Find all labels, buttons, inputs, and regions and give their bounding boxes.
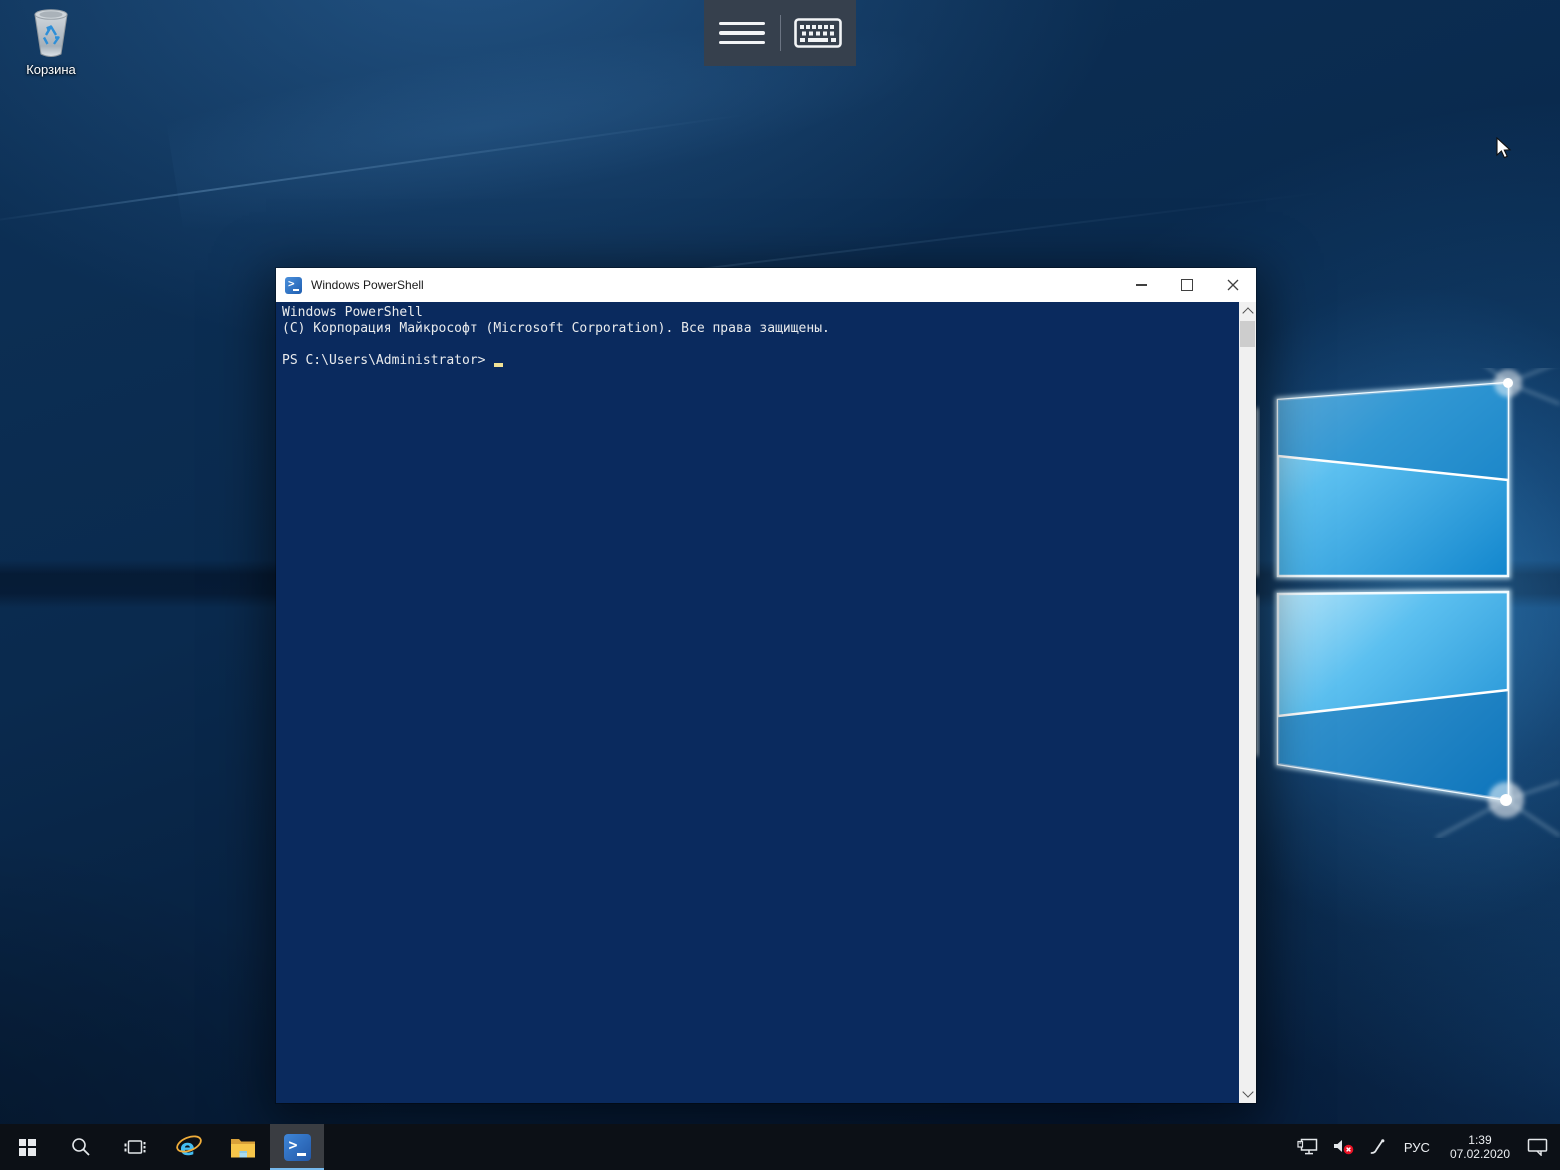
taskbar: e > — [0, 1124, 1560, 1170]
task-view-icon — [124, 1138, 146, 1156]
search-icon — [71, 1137, 91, 1157]
powershell-icon: > — [284, 1134, 311, 1161]
action-center-icon — [1527, 1138, 1549, 1156]
clock-time: 1:39 — [1468, 1133, 1491, 1147]
mouse-cursor — [1496, 137, 1514, 161]
file-explorer-icon — [230, 1136, 256, 1158]
console-output[interactable]: Windows PowerShell (C) Корпорация Майкро… — [276, 302, 1256, 1103]
console-prompt: PS C:\Users\Administrator> — [282, 353, 486, 369]
console-line — [282, 337, 1250, 353]
internet-explorer-button[interactable]: e — [162, 1124, 216, 1170]
start-button[interactable] — [0, 1124, 54, 1170]
volume-muted-icon — [1333, 1139, 1355, 1155]
console-line: Windows PowerShell — [282, 305, 1250, 321]
network-icon — [1297, 1138, 1319, 1156]
pen-tray-button[interactable] — [1362, 1124, 1394, 1170]
volume-tray-button[interactable] — [1326, 1124, 1362, 1170]
maximize-button[interactable] — [1164, 268, 1210, 302]
powershell-taskbar-button[interactable]: > — [270, 1124, 324, 1170]
scrollbar-thumb[interactable] — [1240, 321, 1255, 347]
pen-icon — [1369, 1138, 1387, 1156]
window-titlebar[interactable]: > Windows PowerShell — [276, 268, 1256, 302]
close-icon — [1227, 279, 1239, 291]
recycle-bin[interactable]: Корзина — [8, 6, 94, 77]
toolbar-keyboard-button[interactable] — [781, 0, 857, 66]
clock-date: 07.02.2020 — [1450, 1147, 1510, 1161]
scrollbar-down-icon[interactable] — [1242, 1086, 1253, 1097]
close-button[interactable] — [1210, 268, 1256, 302]
console-scrollbar[interactable] — [1239, 302, 1256, 1103]
windows-start-icon — [19, 1139, 36, 1156]
system-tray: РУС 1:39 07.02.2020 — [1290, 1124, 1556, 1170]
powershell-window: > Windows PowerShell Windows PowerShell … — [276, 268, 1256, 1103]
search-button[interactable] — [54, 1124, 108, 1170]
action-center-button[interactable] — [1520, 1124, 1556, 1170]
file-explorer-button[interactable] — [216, 1124, 270, 1170]
vm-console-toolbar — [704, 0, 856, 66]
language-indicator[interactable]: РУС — [1394, 1140, 1440, 1155]
console-line: (C) Корпорация Майкрософт (Microsoft Cor… — [282, 321, 1250, 337]
console-prompt-line: PS C:\Users\Administrator> — [282, 353, 1250, 369]
toolbar-menu-button[interactable] — [704, 0, 780, 66]
scrollbar-up-icon[interactable] — [1242, 307, 1253, 318]
console-cursor — [494, 363, 503, 367]
keyboard-icon — [794, 18, 842, 48]
wallpaper-windows-logo — [1240, 368, 1560, 838]
task-view-button[interactable] — [108, 1124, 162, 1170]
taskbar-clock[interactable]: 1:39 07.02.2020 — [1440, 1133, 1520, 1161]
internet-explorer-icon: e — [175, 1133, 203, 1161]
network-tray-button[interactable] — [1290, 1124, 1326, 1170]
minimize-button[interactable] — [1118, 268, 1164, 302]
desktop: Корзина > — [0, 0, 1560, 1170]
recycle-bin-label: Корзина — [26, 62, 76, 77]
powershell-window-icon: > — [285, 277, 302, 294]
recycle-bin-icon — [28, 6, 74, 60]
hamburger-menu-icon — [719, 18, 765, 47]
window-title: Windows PowerShell — [311, 278, 1118, 292]
